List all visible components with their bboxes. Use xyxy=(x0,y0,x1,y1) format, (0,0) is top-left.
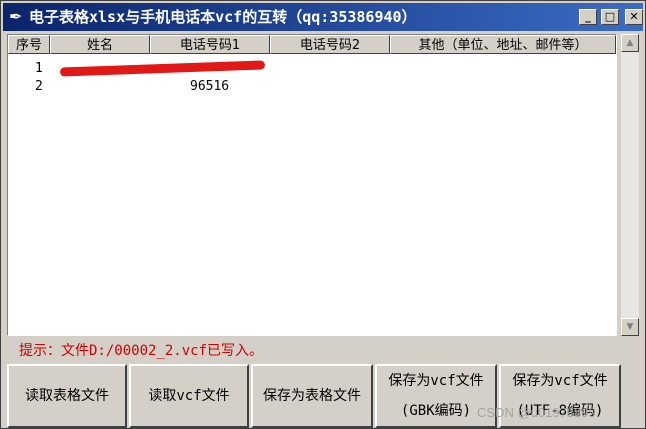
button-label: 读取vcf文件 xyxy=(148,388,230,404)
table-row[interactable]: 1 xyxy=(8,60,616,78)
arrow-up-icon[interactable]: ▲ xyxy=(621,34,639,52)
status-message: 提示：文件D:/00002_2.vcf已写入。 xyxy=(19,343,264,359)
column-header-phone1[interactable]: 电话号码1 xyxy=(150,35,270,54)
read-table-button[interactable]: 读取表格文件 xyxy=(7,364,127,428)
close-button[interactable]: ✕ xyxy=(625,9,643,25)
save-table-button[interactable]: 保存为表格文件 xyxy=(251,364,373,428)
table-row[interactable]: 2 96516 xyxy=(8,78,616,96)
table-header: 序号 姓名 电话号码1 电话号码2 其他（单位、地址、邮件等） xyxy=(8,35,616,54)
column-header-other[interactable]: 其他（单位、地址、邮件等） xyxy=(390,35,616,54)
vertical-scrollbar[interactable]: ▲ ▼ xyxy=(621,34,639,336)
feather-icon: ✒ xyxy=(9,7,23,26)
title-bar[interactable]: ✒ 电子表格xlsx与手机电话本vcf的互转（qq:35386940） _ □ … xyxy=(3,3,643,31)
column-header-index[interactable]: 序号 xyxy=(8,35,50,54)
cell-index: 1 xyxy=(35,61,43,76)
column-header-name[interactable]: 姓名 xyxy=(50,35,150,54)
window-title: 电子表格xlsx与手机电话本vcf的互转（qq:35386940） xyxy=(29,8,417,26)
minimize-button[interactable]: _ xyxy=(579,9,597,25)
read-vcf-button[interactable]: 读取vcf文件 xyxy=(129,364,249,428)
arrow-down-icon[interactable]: ▼ xyxy=(621,318,639,336)
cell-index: 2 xyxy=(35,79,43,94)
button-label-line1: 保存为vcf文件 xyxy=(388,373,484,389)
maximize-button[interactable]: □ xyxy=(601,9,619,25)
column-header-phone2[interactable]: 电话号码2 xyxy=(270,35,390,54)
button-label-line1: 保存为vcf文件 xyxy=(512,373,608,389)
watermark: CSDN @u01978899 xyxy=(477,405,596,420)
cell-phone1: 96516 xyxy=(190,79,230,94)
app-window: ✒ 电子表格xlsx与手机电话本vcf的互转（qq:35386940） _ □ … xyxy=(0,0,646,429)
contacts-table[interactable]: 序号 姓名 电话号码1 电话号码2 其他（单位、地址、邮件等） 1 2 9651… xyxy=(7,34,617,336)
button-label-line2: (GBK编码) xyxy=(400,403,472,419)
redaction-mark xyxy=(59,60,266,77)
button-label: 保存为表格文件 xyxy=(263,388,361,404)
button-label: 读取表格文件 xyxy=(25,388,109,404)
